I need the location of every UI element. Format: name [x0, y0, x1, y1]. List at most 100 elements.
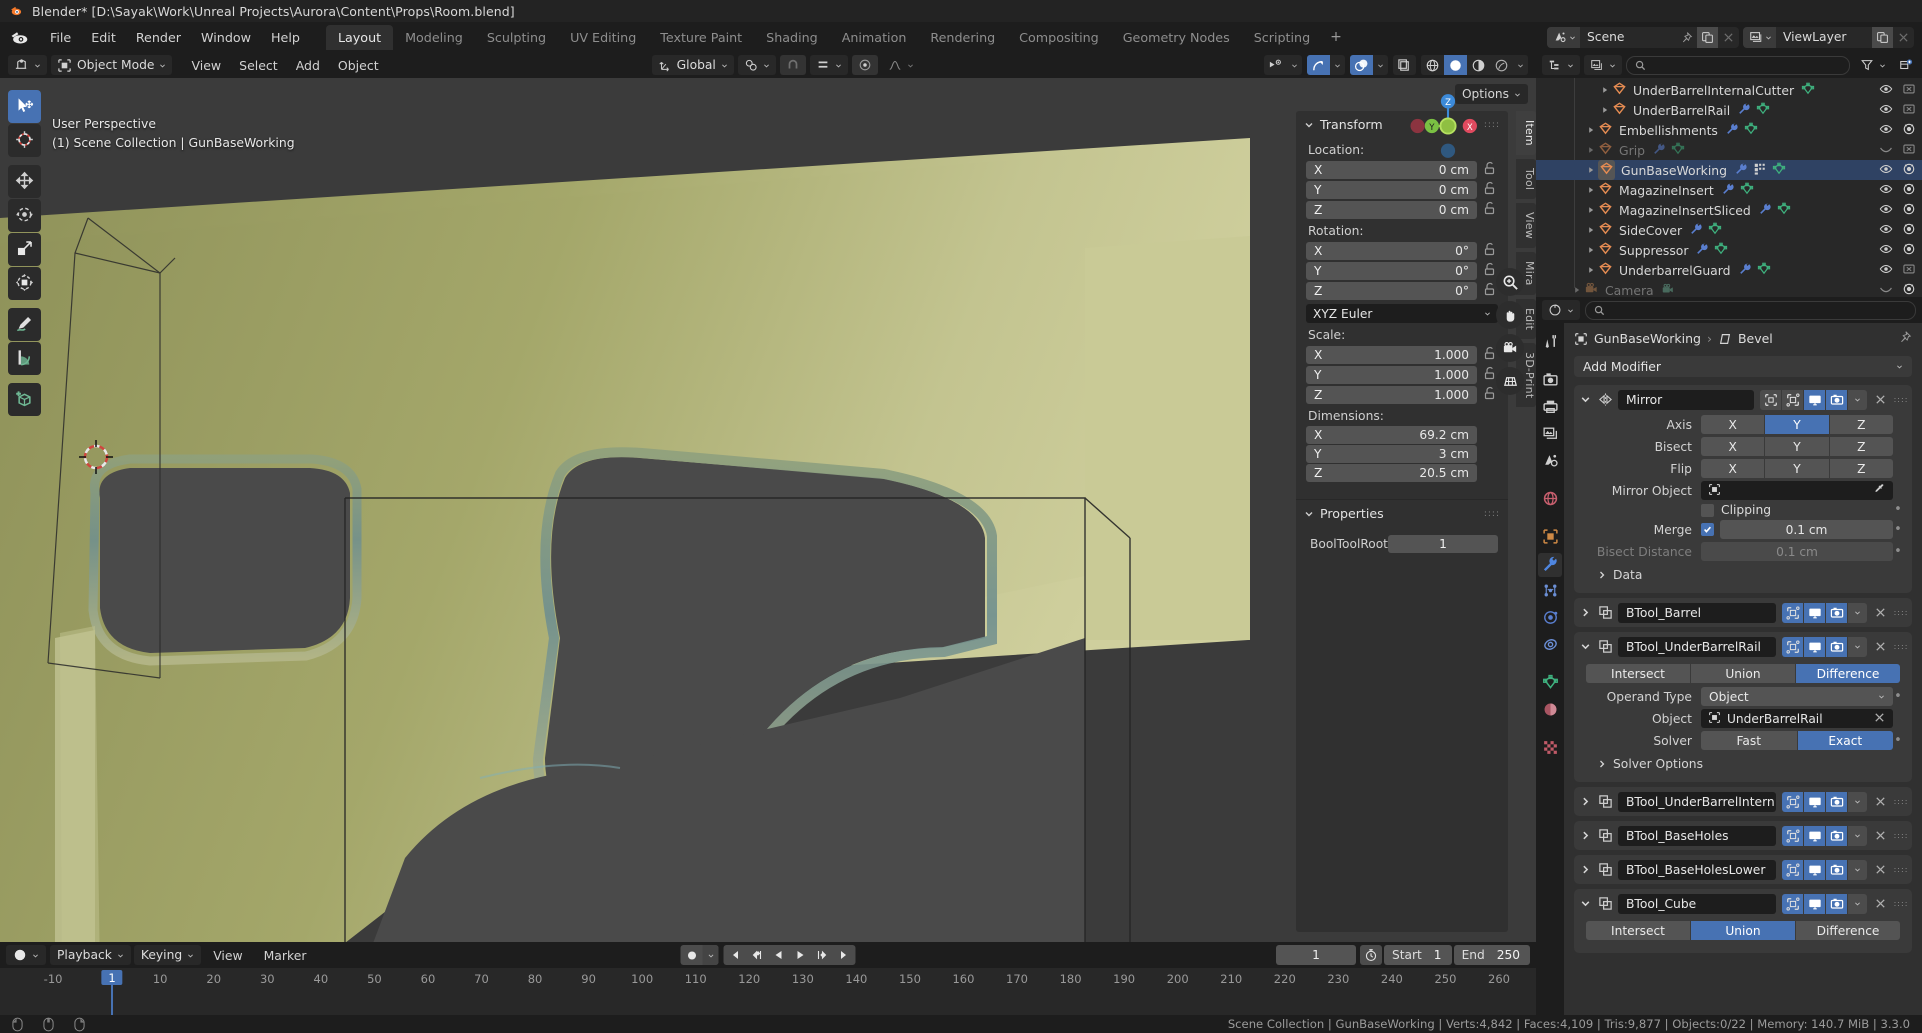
- expand-triangle-icon[interactable]: [1586, 265, 1596, 275]
- camera-data-icon[interactable]: [1661, 282, 1675, 298]
- stopwatch-icon[interactable]: [1360, 945, 1383, 965]
- sidebar-tab-view[interactable]: View: [1516, 203, 1536, 248]
- solid-shading-icon[interactable]: [1444, 55, 1467, 75]
- clear-object-icon[interactable]: [1873, 711, 1886, 727]
- proportional-falloff-selector[interactable]: [882, 55, 920, 75]
- jump-to-start-icon[interactable]: [724, 945, 746, 965]
- expand-triangle-icon[interactable]: [1600, 105, 1610, 115]
- remove-modifier-button[interactable]: [1870, 640, 1890, 653]
- transform-tool[interactable]: [8, 267, 41, 300]
- modifier-drag-handle[interactable]: ::::: [1893, 395, 1909, 404]
- animate-dot-icon[interactable]: •: [1893, 503, 1903, 516]
- modifier-extras-dropdown[interactable]: [1848, 636, 1867, 657]
- subpanel-header[interactable]: Data: [1583, 564, 1903, 584]
- lock-icon[interactable]: [1482, 180, 1498, 199]
- workspace-tab-scripting[interactable]: Scripting: [1242, 25, 1322, 50]
- modifier-extras-dropdown[interactable]: [1848, 602, 1867, 623]
- timeline-menu-playback[interactable]: Playback: [50, 945, 131, 965]
- boolean-op-union[interactable]: Union: [1691, 921, 1795, 940]
- material-tab[interactable]: [1538, 699, 1562, 723]
- edit-mode-display-icon[interactable]: [1782, 602, 1803, 623]
- animate-dot-icon[interactable]: •: [1893, 690, 1903, 703]
- world-tab[interactable]: [1538, 488, 1562, 512]
- auto-keying-toggle[interactable]: [681, 945, 703, 965]
- outliner-row-suppressor[interactable]: Suppressor: [1536, 240, 1922, 260]
- panel-grip-icon[interactable]: ::::: [1484, 509, 1500, 519]
- modifier-extras-dropdown[interactable]: [1848, 825, 1867, 846]
- segment-x[interactable]: X: [1701, 415, 1765, 434]
- segment-exact[interactable]: Exact: [1797, 731, 1893, 750]
- custom-property-value[interactable]: 1: [1387, 535, 1498, 553]
- render-display-icon[interactable]: [1826, 791, 1847, 812]
- sidebar-tab-tool[interactable]: Tool: [1516, 158, 1536, 200]
- outliner-row-underbarrelinternalcutter[interactable]: UnderBarrelInternalCutter: [1536, 80, 1922, 100]
- chevron-right-icon[interactable]: [1577, 864, 1593, 875]
- move-tool[interactable]: [8, 165, 41, 198]
- modifier-wrench-icon[interactable]: [1734, 162, 1748, 179]
- visibility-toggle-icon[interactable]: [1879, 282, 1893, 298]
- play-icon[interactable]: [790, 945, 812, 965]
- outliner-search-input[interactable]: [1626, 55, 1850, 75]
- sidebar-tab-item[interactable]: Item: [1516, 111, 1536, 155]
- remove-modifier-button[interactable]: [1870, 863, 1890, 876]
- field-dimensions-y[interactable]: Y 3 cm: [1306, 445, 1477, 463]
- render-toggle-icon[interactable]: [1902, 242, 1916, 259]
- remove-modifier-button[interactable]: [1870, 795, 1890, 808]
- menu-help[interactable]: Help: [261, 27, 310, 48]
- mesh-data-icon[interactable]: [1777, 202, 1791, 219]
- segment-y[interactable]: Y: [1765, 415, 1829, 434]
- realtime-display-icon[interactable]: [1804, 893, 1825, 914]
- new-viewlayer-icon[interactable]: [1872, 26, 1893, 48]
- new-scene-icon[interactable]: [1697, 26, 1718, 48]
- visibility-toggle-icon[interactable]: [1879, 222, 1893, 239]
- timeline-menu-marker[interactable]: Marker: [255, 946, 316, 965]
- mesh-data-icon[interactable]: [1756, 102, 1770, 119]
- menu-edit[interactable]: Edit: [81, 27, 126, 48]
- mesh-data-icon[interactable]: [1772, 162, 1786, 179]
- breadcrumb-object-name[interactable]: GunBaseWorking: [1594, 331, 1701, 346]
- edit-mode-display-icon[interactable]: [1782, 893, 1803, 914]
- modifier-drag-handle[interactable]: ::::: [1893, 642, 1909, 651]
- render-display-icon[interactable]: [1826, 636, 1847, 657]
- workspace-tab-animation[interactable]: Animation: [830, 25, 919, 50]
- field-rotation-y[interactable]: Y 0°: [1306, 261, 1477, 280]
- menu-render[interactable]: Render: [126, 27, 191, 48]
- expand-triangle-icon[interactable]: [1572, 285, 1582, 295]
- modifier-wrench-icon[interactable]: [1737, 102, 1751, 119]
- outliner-editor-type[interactable]: [1542, 55, 1580, 75]
- render-toggle-icon[interactable]: [1902, 122, 1916, 139]
- render-display-icon[interactable]: [1826, 602, 1847, 623]
- remove-viewlayer-icon[interactable]: [1893, 27, 1914, 48]
- camera-view-icon[interactable]: [1496, 334, 1524, 362]
- add-modifier-button[interactable]: Add Modifier: [1574, 356, 1912, 377]
- visibility-toggle-icon[interactable]: [1879, 262, 1893, 279]
- edit-mode-display-icon[interactable]: [1782, 389, 1803, 410]
- current-frame-field[interactable]: 1: [1276, 945, 1357, 965]
- modifier-wrench-icon[interactable]: [1695, 242, 1709, 259]
- render-display-icon[interactable]: [1826, 859, 1847, 880]
- modifier-drag-handle[interactable]: ::::: [1893, 865, 1909, 874]
- expand-triangle-icon[interactable]: [1586, 145, 1596, 155]
- menu-file[interactable]: File: [40, 27, 81, 48]
- modifier-name-field[interactable]: BTool_Barrel: [1618, 602, 1776, 623]
- render-toggle-icon[interactable]: [1902, 282, 1916, 298]
- proportional-editing-toggle[interactable]: [851, 55, 878, 75]
- boolean-op-intersect[interactable]: Intersect: [1586, 664, 1690, 683]
- outliner-row-camera[interactable]: Camera: [1536, 280, 1922, 297]
- overlays-dropdown-icon[interactable]: [1373, 55, 1388, 75]
- modifier-name-field[interactable]: BTool_UnderBarrelRail: [1618, 636, 1776, 657]
- overlays-icon[interactable]: [1350, 55, 1373, 75]
- tweak-select-tool[interactable]: [8, 90, 41, 123]
- expand-triangle-icon[interactable]: [1586, 205, 1596, 215]
- modifier-wrench-icon[interactable]: [1725, 122, 1739, 139]
- visibility-toggle-icon[interactable]: [1879, 162, 1893, 179]
- snap-magnet-toggle[interactable]: [779, 55, 806, 75]
- workspace-tab-modeling[interactable]: Modeling: [393, 25, 475, 50]
- subpanel-header[interactable]: Solver Options: [1583, 753, 1903, 773]
- rendered-shading-icon[interactable]: [1490, 55, 1513, 75]
- remove-modifier-button[interactable]: [1870, 393, 1890, 406]
- modifier-extras-dropdown[interactable]: [1848, 389, 1867, 410]
- viewport-menu-add[interactable]: Add: [287, 56, 329, 75]
- outliner-row-magazineinsert[interactable]: MagazineInsert: [1536, 180, 1922, 200]
- remove-modifier-button[interactable]: [1870, 897, 1890, 910]
